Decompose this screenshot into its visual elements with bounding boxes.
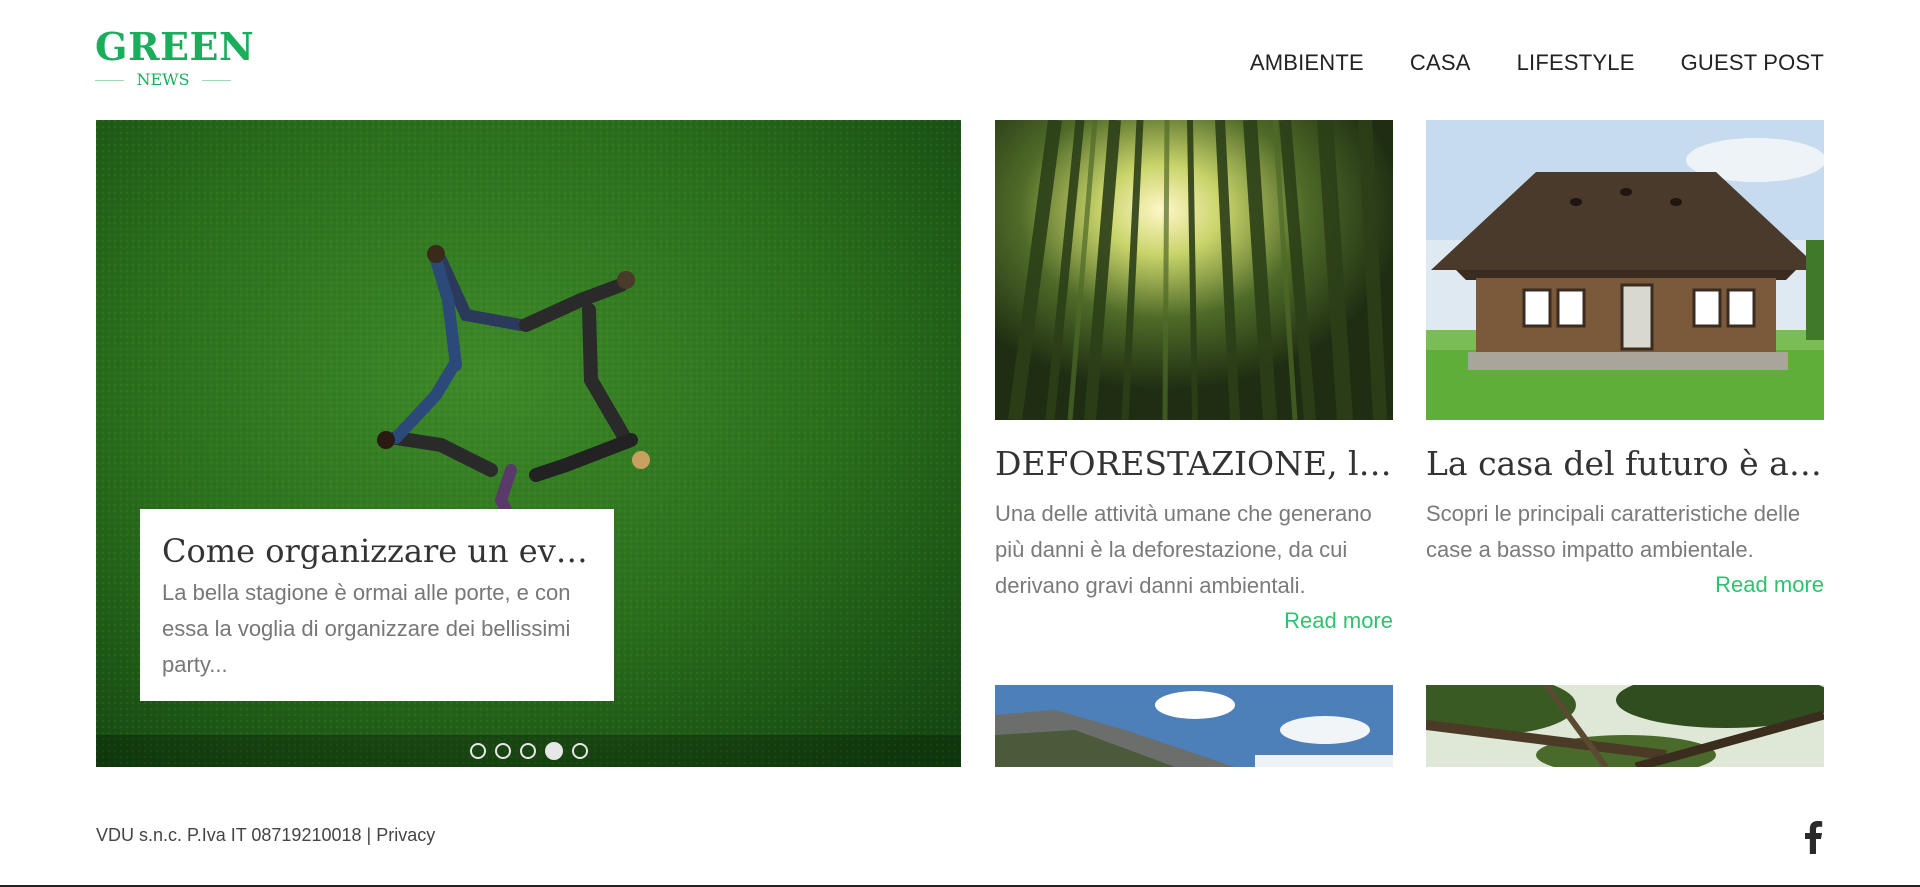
nav-item-guest-post[interactable]: GUEST POST xyxy=(1681,50,1824,76)
hero-caption[interactable]: Come organizzare un evento La bella stag… xyxy=(140,509,614,701)
nav-item-ambiente[interactable]: AMBIENTE xyxy=(1250,50,1364,76)
main-nav: AMBIENTE CASA LIFESTYLE GUEST POST xyxy=(1250,50,1824,76)
slider-dot[interactable] xyxy=(571,743,588,759)
article-card: DEFORESTAZIONE, la soluzione Una delle a… xyxy=(995,120,1393,634)
mountain-image xyxy=(995,685,1393,767)
footer-company: VDU s.n.c. P.Iva IT 08719210018 | xyxy=(96,825,372,845)
nav-item-casa[interactable]: CASA xyxy=(1410,50,1471,76)
site-header: GREEN NEWS AMBIENTE CASA LIFESTYLE GUEST… xyxy=(0,0,1920,120)
article-excerpt: Scopri le principali caratteristiche del… xyxy=(1426,501,1801,562)
logo-sub-text: NEWS xyxy=(136,70,190,89)
slider-dot-active[interactable] xyxy=(544,742,563,760)
facebook-icon[interactable] xyxy=(1802,820,1824,854)
article-image-partial[interactable] xyxy=(995,685,1393,767)
logo-sub: NEWS xyxy=(95,72,231,88)
logo-main-text: GREEN xyxy=(95,24,255,69)
article-card: La casa del futuro è a basso impatto Sco… xyxy=(1426,120,1824,598)
slider-dot[interactable] xyxy=(519,743,536,759)
read-more-link[interactable]: Read more xyxy=(995,608,1393,634)
slider-dot[interactable] xyxy=(494,743,511,759)
logo-divider xyxy=(201,79,231,81)
slider-pagination xyxy=(96,735,961,767)
slider-dot[interactable] xyxy=(469,743,486,759)
house-image xyxy=(1426,120,1824,420)
hero-title[interactable]: Come organizzare un evento xyxy=(162,531,592,571)
footer-info: VDU s.n.c. P.Iva IT 08719210018 | Privac… xyxy=(96,825,435,846)
hero-slider[interactable]: Come organizzare un evento La bella stag… xyxy=(96,120,961,767)
article-image[interactable] xyxy=(1426,120,1824,420)
logo-divider xyxy=(95,79,125,81)
article-image-partial[interactable] xyxy=(1426,685,1824,767)
article-title[interactable]: DEFORESTAZIONE, la soluzione xyxy=(995,442,1393,486)
nav-item-lifestyle[interactable]: LIFESTYLE xyxy=(1517,50,1635,76)
site-logo[interactable]: GREEN NEWS xyxy=(95,24,255,88)
forest-canopy-image xyxy=(1426,685,1824,767)
article-image[interactable] xyxy=(995,120,1393,420)
article-title[interactable]: La casa del futuro è a basso impatto xyxy=(1426,442,1824,486)
hero-excerpt: La bella stagione è ormai alle porte, e … xyxy=(162,580,571,677)
bamboo-image xyxy=(995,120,1393,420)
read-more-link[interactable]: Read more xyxy=(1426,572,1824,598)
privacy-link[interactable]: Privacy xyxy=(376,825,435,845)
article-excerpt: Una delle attività umane che generano pi… xyxy=(995,501,1372,598)
